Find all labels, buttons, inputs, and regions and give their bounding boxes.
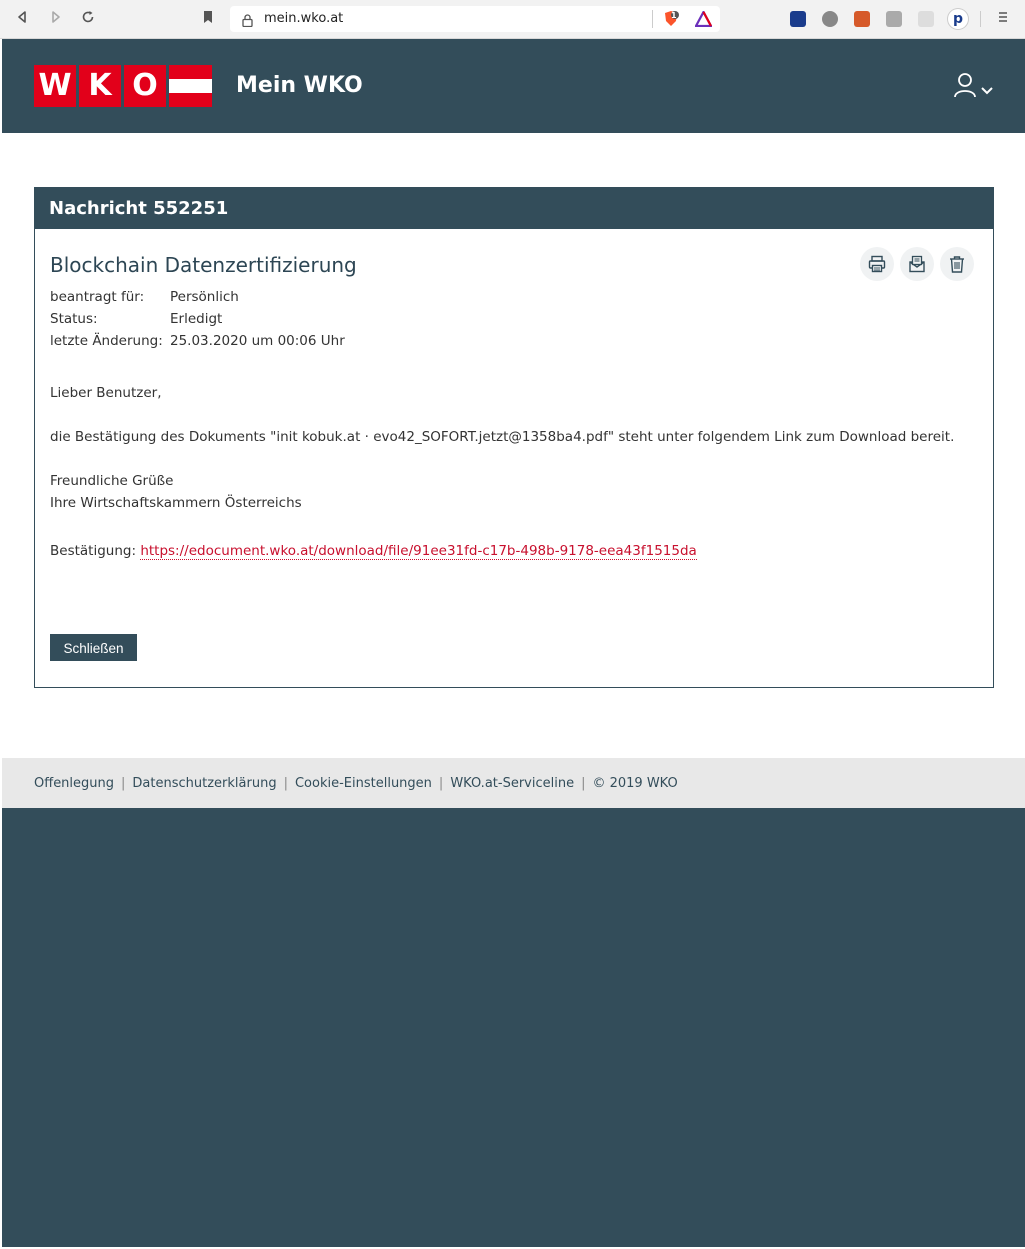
- forward-icon[interactable]: [46, 10, 64, 28]
- toolbar-divider: [980, 11, 981, 27]
- extension-gear-icon[interactable]: [822, 11, 838, 27]
- rewards-icon[interactable]: [694, 9, 713, 31]
- message-closing-line-1: Freundliche Grüße: [50, 473, 174, 489]
- confirmation-label: Bestätigung:: [50, 543, 137, 559]
- footer-separator: |: [121, 776, 126, 791]
- message-body: die Bestätigung des Dokuments "init kobu…: [50, 429, 955, 445]
- trash-icon: [950, 256, 964, 273]
- mail-button[interactable]: [900, 247, 934, 281]
- logo-letter-w: W: [34, 65, 76, 107]
- message-heading: Nachricht 552251: [35, 188, 993, 229]
- user-icon: [954, 72, 976, 102]
- print-button[interactable]: [860, 247, 894, 281]
- reload-icon[interactable]: [79, 10, 97, 28]
- message-closing-line-2: Ihre Wirtschaftskammern Österreichs: [50, 495, 302, 511]
- footer-separator: |: [438, 776, 444, 791]
- divider: [652, 10, 653, 28]
- extension-grid-icon[interactable]: [918, 11, 934, 27]
- message-title: Blockchain Datenzertifizierung: [50, 253, 357, 277]
- chevron-down-icon: [981, 80, 993, 99]
- meta-value-last-change: 25.03.2020 um 00:06 Uhr: [170, 333, 345, 349]
- close-button[interactable]: Schließen: [50, 634, 137, 661]
- extension-id-icon[interactable]: [790, 11, 806, 27]
- print-icon: [868, 255, 886, 273]
- menu-icon[interactable]: [994, 10, 1012, 28]
- footer-separator: |: [581, 776, 586, 791]
- logo-letter-o: O: [124, 65, 166, 107]
- delete-button[interactable]: [940, 247, 974, 281]
- browser-toolbar: mein.wko.at 1 p: [0, 0, 1025, 39]
- logo-letter-k: K: [79, 65, 121, 107]
- austria-flag-icon: [169, 65, 212, 107]
- footer-separator: |: [283, 776, 288, 791]
- site-footer: Offenlegung | Datenschutzerklärung | Cookie-…: [2, 758, 1025, 808]
- message-panel: Nachricht 552251 Blockchain Datenzertifi…: [34, 187, 994, 688]
- confirmation-link[interactable]: https://edocument.wko.at/download/file/9…: [140, 543, 697, 560]
- message-greeting: Lieber Benutzer,: [50, 385, 162, 401]
- wko-logo[interactable]: W K O: [34, 65, 212, 107]
- app-title: Mein WKO: [236, 73, 363, 98]
- footer-link-cookies[interactable]: Cookie-Einstellungen: [295, 776, 432, 791]
- site-header: W K O Mein WKO: [2, 39, 1025, 133]
- back-icon[interactable]: [14, 10, 32, 28]
- url-text: mein.wko.at: [264, 11, 344, 26]
- footer-link-serviceline[interactable]: WKO.at-Serviceline: [450, 776, 574, 791]
- extension-v-icon[interactable]: [886, 11, 902, 27]
- page-background-bottom: [2, 808, 1025, 1247]
- footer-link-privacy[interactable]: Datenschutzerklärung: [132, 776, 276, 791]
- address-bar[interactable]: mein.wko.at 1: [230, 6, 720, 32]
- meta-label-last-change: letzte Änderung:: [50, 333, 163, 349]
- lock-icon: [242, 12, 253, 31]
- bookmark-icon[interactable]: [199, 10, 217, 28]
- confirmation-row: Bestätigung: https://edocument.wko.at/do…: [50, 543, 697, 560]
- meta-label-requested-for: beantragt für:: [50, 289, 145, 305]
- extension-nccu-icon[interactable]: [854, 11, 870, 27]
- mail-icon: [909, 255, 925, 273]
- page-content: W K O Mein WKO Nachricht 552251 Blockcha…: [2, 39, 1025, 1247]
- meta-value-requested-for: Persönlich: [170, 289, 239, 305]
- meta-label-status: Status:: [50, 311, 98, 327]
- footer-copyright: © 2019 WKO: [592, 776, 678, 791]
- brave-shield-icon[interactable]: 1: [662, 10, 680, 32]
- shield-count: 1: [671, 11, 677, 20]
- footer-link-imprint[interactable]: Offenlegung: [34, 776, 114, 791]
- user-menu[interactable]: [954, 72, 996, 102]
- extension-p-icon[interactable]: p: [948, 9, 968, 29]
- meta-value-status: Erledigt: [170, 311, 223, 327]
- footer-links: Offenlegung | Datenschutzerklärung | Cookie-…: [34, 776, 678, 791]
